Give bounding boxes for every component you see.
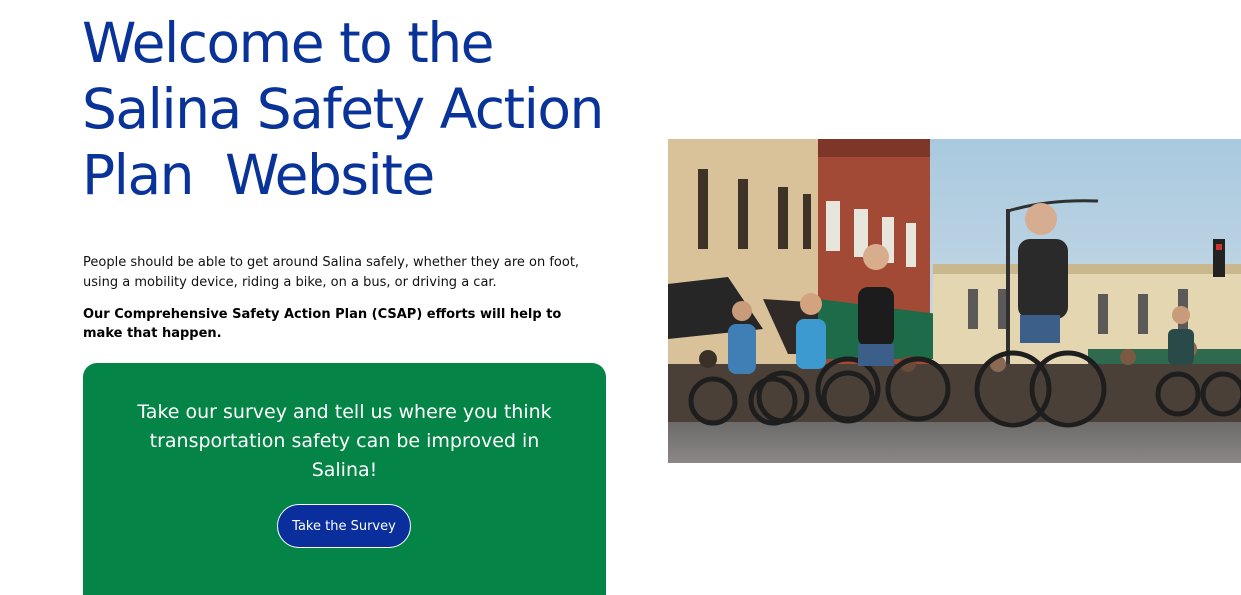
csap-statement: Our Comprehensive Safety Action Plan (CS…: [83, 307, 562, 341]
title-line: Welcome to the: [82, 11, 495, 75]
survey-card: Take our survey and tell us where you th…: [83, 363, 606, 595]
page: Welcome to the Salina Safety Action Plan…: [0, 0, 1241, 595]
intro-paragraph: People should be able to get around Sali…: [83, 255, 580, 290]
survey-prompt: Take our survey and tell us where you th…: [137, 401, 552, 481]
title-line: Plan Website: [82, 143, 435, 207]
take-survey-button[interactable]: Take the Survey: [277, 504, 411, 548]
cyclists-photo: [668, 139, 1241, 463]
page-title: Welcome to the Salina Safety Action Plan…: [82, 10, 642, 208]
title-line: Salina Safety Action: [82, 77, 604, 141]
